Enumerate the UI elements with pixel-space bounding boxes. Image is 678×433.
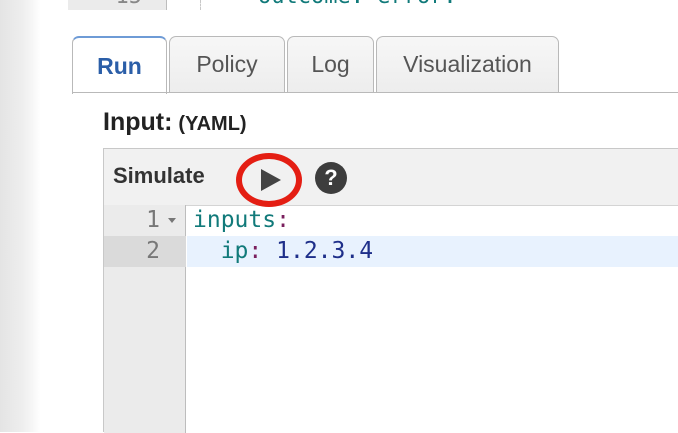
- line-number: 1: [146, 207, 160, 233]
- line-number: 15: [116, 0, 143, 9]
- simulate-toolbar: Simulate ?: [104, 149, 678, 207]
- editor-line: 1 inputs:: [104, 205, 678, 236]
- indent-guide: [200, 0, 203, 10]
- editor-line-active: 2 ip: 1.2.3.4: [104, 236, 678, 267]
- yaml-key: ip: [220, 238, 249, 264]
- yaml-input-editor[interactable]: 1 inputs: 2 ip: 1.2.3.4: [104, 205, 678, 433]
- play-icon: [261, 169, 281, 191]
- tab-run[interactable]: Run: [72, 36, 167, 94]
- tab-visualization[interactable]: Visualization: [376, 36, 559, 92]
- yaml-value: 1.2.3.4: [276, 238, 374, 264]
- tab-log[interactable]: Log: [287, 36, 374, 92]
- line-number: 2: [146, 238, 160, 264]
- tab-bar: Run Policy Log Visualization: [72, 36, 678, 94]
- yaml-colon: :: [276, 207, 290, 233]
- code-line: inputs:: [193, 207, 290, 233]
- input-heading: Input: (YAML): [103, 108, 247, 142]
- tab-policy[interactable]: Policy: [169, 36, 285, 92]
- help-icon[interactable]: ?: [315, 162, 347, 194]
- code-line: outcome: error.: [258, 0, 457, 9]
- fold-arrow-icon[interactable]: [168, 218, 176, 223]
- policy-editor-partial: 15 outcome: error.: [68, 0, 678, 10]
- tab-divider: [72, 92, 678, 93]
- window-shadow: [0, 0, 40, 432]
- input-format: (YAML): [178, 113, 247, 135]
- code-line: ip: 1.2.3.4: [193, 238, 373, 264]
- input-panel: Simulate ? 1 inputs: 2 ip: 1.2.3.4: [103, 148, 678, 433]
- editor-gutter: 15: [68, 0, 167, 10]
- yaml-indent: [193, 238, 221, 264]
- yaml-key: inputs: [193, 207, 277, 233]
- yaml-colon: :: [248, 238, 263, 264]
- input-title: Input:: [103, 108, 173, 136]
- run-simulation-button[interactable]: [234, 153, 310, 207]
- simulate-label: Simulate: [113, 163, 205, 188]
